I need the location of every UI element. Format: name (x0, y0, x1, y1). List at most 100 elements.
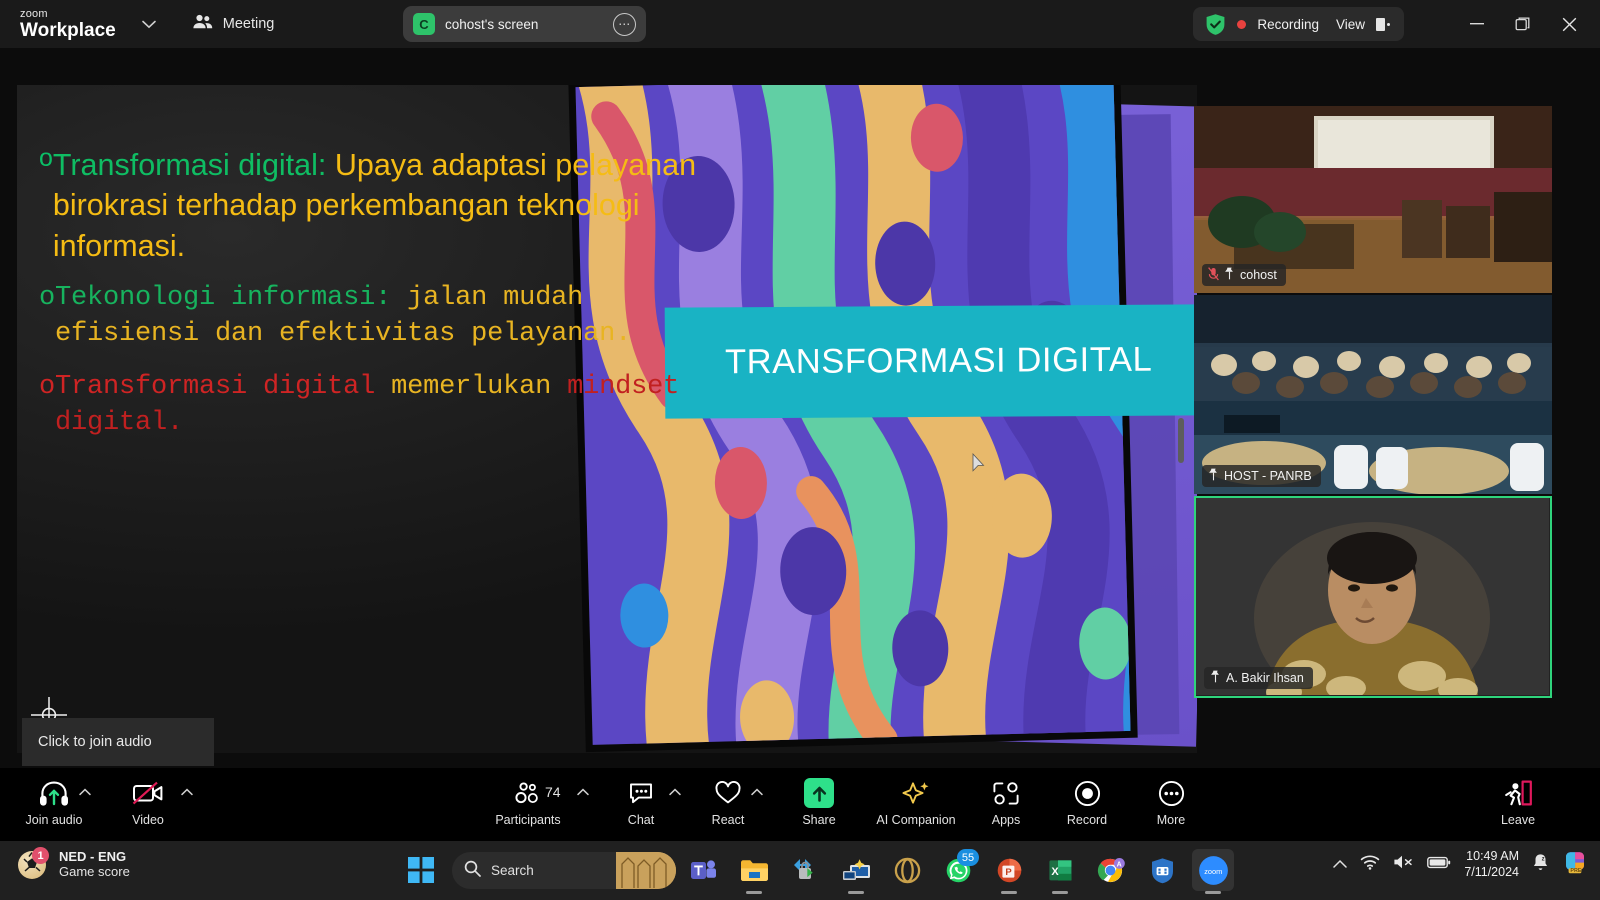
svg-text:X: X (1051, 866, 1059, 878)
svg-text:zoom: zoom (1204, 866, 1222, 875)
bullet-marker-1: o (39, 144, 53, 172)
volume-muted-icon[interactable] (1393, 854, 1414, 875)
powerpoint-icon[interactable]: P (988, 849, 1030, 894)
participant-thumbnail-host-panrb[interactable]: HOST - PANRB (1194, 295, 1552, 494)
remote-desktop-icon[interactable] (835, 849, 877, 894)
chat-caret-icon[interactable] (669, 788, 681, 799)
video-off-icon (132, 778, 164, 808)
thumbnail-nametag: A. Bakir Ihsan (1204, 667, 1313, 689)
chrome-icon[interactable]: A (1090, 849, 1132, 891)
whatsapp-icon[interactable]: 55 (937, 849, 979, 891)
more-label: More (1156, 813, 1186, 827)
bullet-marker-3: o (39, 371, 56, 402)
widget-badge: 1 (32, 847, 49, 865)
slide-bullets: o Transformasi digital: Upaya adaptasi p… (39, 145, 699, 442)
clock-time: 10:49 AM (1466, 849, 1519, 863)
system-tray: 10:49 AM 7/11/2024 z PRE (1333, 849, 1588, 880)
bullet-marker-2: o (39, 282, 56, 313)
sparkle-icon (901, 778, 931, 808)
participants-caret-icon[interactable] (577, 788, 589, 799)
widget-subtitle: Game score (59, 864, 130, 880)
meeting-tab-label: Meeting (222, 16, 275, 32)
taskbar-app-icons: 55 P X A zoom (682, 849, 1234, 894)
chat-label: Chat (627, 813, 655, 827)
more-options-icon[interactable]: ⋯ (613, 12, 636, 36)
thumbnail-name-label: cohost (1240, 268, 1277, 282)
mic-muted-icon (1208, 266, 1219, 284)
teams-icon[interactable] (682, 849, 724, 891)
excel-icon[interactable]: X (1039, 849, 1081, 894)
react-caret-icon[interactable] (751, 788, 763, 799)
record-button[interactable]: Record (1047, 778, 1127, 827)
leave-label: Leave (1500, 813, 1536, 827)
chat-button[interactable]: Chat (601, 778, 681, 827)
soccer-ball-icon: 1 (18, 847, 49, 880)
people-icon (192, 14, 214, 35)
show-hidden-icons-icon[interactable] (1333, 856, 1348, 874)
leave-door-icon (1503, 778, 1533, 808)
zoom-icon[interactable]: zoom (1192, 849, 1234, 894)
record-circle-icon (1074, 778, 1101, 808)
file-explorer-icon[interactable] (733, 849, 775, 894)
zoom-logo: zoom Workplace (20, 8, 116, 40)
shared-screen-chip[interactable]: C cohost's screen ⋯ (403, 6, 646, 42)
thumbnail-name-label: A. Bakir Ihsan (1226, 671, 1304, 685)
video-options-caret-icon[interactable] (181, 788, 193, 799)
apps-icon (992, 778, 1020, 808)
taskbar-search-box[interactable]: Search (452, 852, 676, 889)
join-audio-button[interactable]: Join audio (14, 778, 94, 827)
meeting-tab[interactable]: Meeting (192, 14, 275, 35)
wifi-icon[interactable] (1360, 854, 1380, 875)
minimize-button[interactable] (1454, 6, 1500, 42)
copilot-icon[interactable]: PRE (1562, 850, 1588, 879)
participant-thumbnail-bakir-ihsan[interactable]: A. Bakir Ihsan (1194, 496, 1552, 698)
leave-button[interactable]: Leave (1478, 778, 1558, 827)
participant-thumbnail-cohost[interactable]: cohost (1194, 106, 1552, 293)
pin-icon (1224, 267, 1235, 283)
view-layout-icon[interactable] (1376, 17, 1392, 31)
windows-taskbar: 1 NED - ENG Game score Search 55 P X A z… (0, 841, 1600, 900)
bullet-3-term: Transformasi digital (55, 371, 376, 402)
taskbar-clock[interactable]: 10:49 AM 7/11/2024 (1464, 849, 1519, 880)
encryption-shield-icon[interactable] (1205, 13, 1226, 36)
window-buttons (1454, 6, 1592, 42)
video-button[interactable]: Video (108, 778, 188, 827)
react-button[interactable]: React (688, 778, 768, 827)
panel-resize-handle[interactable] (1178, 418, 1184, 463)
ai-companion-button[interactable]: AI Companion (876, 778, 956, 827)
battery-icon[interactable] (1427, 856, 1451, 874)
view-label[interactable]: View (1336, 17, 1365, 32)
taskbar-news-widget[interactable]: 1 NED - ENG Game score (18, 847, 130, 880)
remote-lock-icon[interactable] (784, 849, 826, 891)
recording-indicator-dot (1237, 19, 1247, 29)
participants-icon (514, 778, 542, 808)
apps-button[interactable]: Apps (966, 778, 1046, 827)
share-label: Share (802, 813, 836, 827)
svg-text:P: P (1005, 867, 1012, 878)
share-button[interactable]: Share (779, 778, 859, 827)
notifications-silent-icon[interactable]: z (1532, 853, 1549, 876)
join-audio-label: Join audio (25, 813, 83, 827)
recording-label: Recording (1257, 16, 1319, 32)
presentation-slide: TRANSFORMASI DIGITAL o Transformasi digi… (17, 85, 1197, 753)
search-icon (464, 860, 481, 882)
participant-thumbnail-column: cohost HOST - PANRB A. Bakir Ihsan (1194, 106, 1552, 698)
opera-icon[interactable] (886, 849, 928, 891)
chevron-down-icon[interactable] (141, 17, 156, 32)
audio-options-caret-icon[interactable] (79, 788, 91, 799)
more-button[interactable]: More (1131, 778, 1211, 827)
join-audio-tooltip: Click to join audio (22, 718, 214, 766)
windows-start-icon[interactable] (408, 857, 434, 883)
maximize-restore-button[interactable] (1500, 6, 1546, 42)
search-highlight-image (616, 852, 676, 889)
svg-text:A: A (1116, 861, 1121, 868)
close-button[interactable] (1546, 6, 1592, 42)
shared-screen-view[interactable]: TRANSFORMASI DIGITAL o Transformasi digi… (17, 85, 1197, 753)
zoom-meeting-window: zoom Workplace Meeting C cohost's screen… (0, 0, 1600, 900)
security-icon[interactable] (1141, 849, 1183, 891)
heart-icon (714, 778, 742, 808)
thumbnail-nametag: cohost (1202, 264, 1286, 286)
ai-companion-label: AI Companion (876, 813, 956, 827)
participants-label: Participants (495, 813, 561, 827)
slide-bullet-1: o Transformasi digital: Upaya adaptasi p… (39, 145, 699, 266)
